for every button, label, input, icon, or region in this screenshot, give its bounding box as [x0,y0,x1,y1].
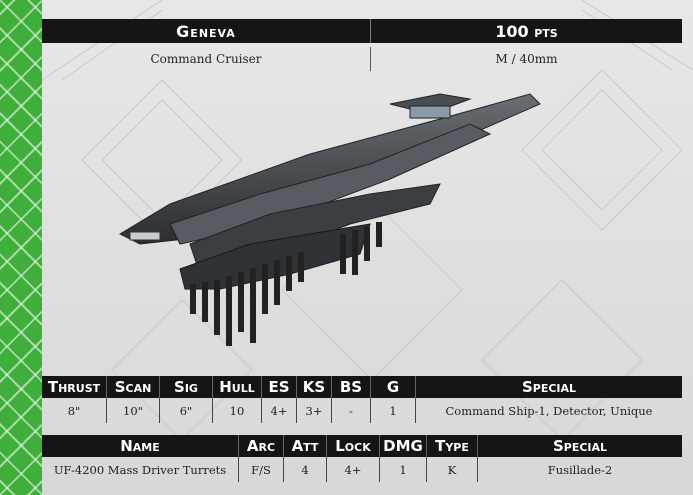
weapon-cell: 4 [283,457,327,482]
stat-value: 8" [67,403,81,418]
stat-value: Command Ship-1, Detector, Unique [415,398,682,423]
stat-value: - [331,398,371,423]
stat-value: 10" [106,398,160,423]
stat-header: ES [261,376,297,398]
weapon-header: Att [283,435,327,457]
stats-header-row: Thrust Scan Sig Hull ES KS BS G Special [42,376,682,398]
stat-header: G [370,376,416,398]
weapon-header: Name [42,435,239,457]
weapon-cell: UF-4200 Mass Driver Turrets [53,462,227,477]
unit-name: Geneva [176,21,236,41]
unit-class: Command Cruiser [42,47,371,71]
weapon-cell: 4+ [326,457,380,482]
stat-header: BS [331,376,371,398]
stat-value: 4+ [261,398,297,423]
stat-header: Scan [106,376,160,398]
weapon-cell: K [426,457,478,482]
stat-header: Sig [159,376,213,398]
weapon-header: Special [477,435,682,457]
stat-value: 3+ [296,398,332,423]
ship-miniature-image [118,93,541,346]
stat-header: Hull [212,376,262,398]
weapon-header: DMG [379,435,427,457]
weapon-cell: F/S [238,457,284,482]
stat-value: 6" [159,398,213,423]
stats-value-row: 8" 10" 6" 10 4+ 3+ - 1 Command Ship-1, D… [42,398,682,423]
unit-points: 100 pts [495,21,558,41]
weapon-cell: Fusillade-2 [477,457,682,482]
unit-size: M / 40mm [495,52,558,66]
stat-value: 1 [370,398,416,423]
weapons-table: Name Arc Att Lock DMG Type Special UF-42… [42,435,682,482]
weapon-header: Type [426,435,478,457]
weapon-header: Lock [326,435,380,457]
stat-value: 10 [212,398,262,423]
stat-header: Thrust [42,376,107,398]
unit-header-bar: Geneva 100 pts [42,19,682,43]
stat-header: KS [296,376,332,398]
weapon-cell: 1 [379,457,427,482]
weapon-row: UF-4200 Mass Driver Turrets F/S 4 4+ 1 K… [42,457,682,482]
green-side-stripe [0,0,42,495]
stats-table: Thrust Scan Sig Hull ES KS BS G Special … [42,376,682,423]
weapon-header: Arc [238,435,284,457]
unit-subheader: Command Cruiser M / 40mm [42,47,682,71]
weapons-header-row: Name Arc Att Lock DMG Type Special [42,435,682,457]
stat-header: Special [415,376,682,398]
